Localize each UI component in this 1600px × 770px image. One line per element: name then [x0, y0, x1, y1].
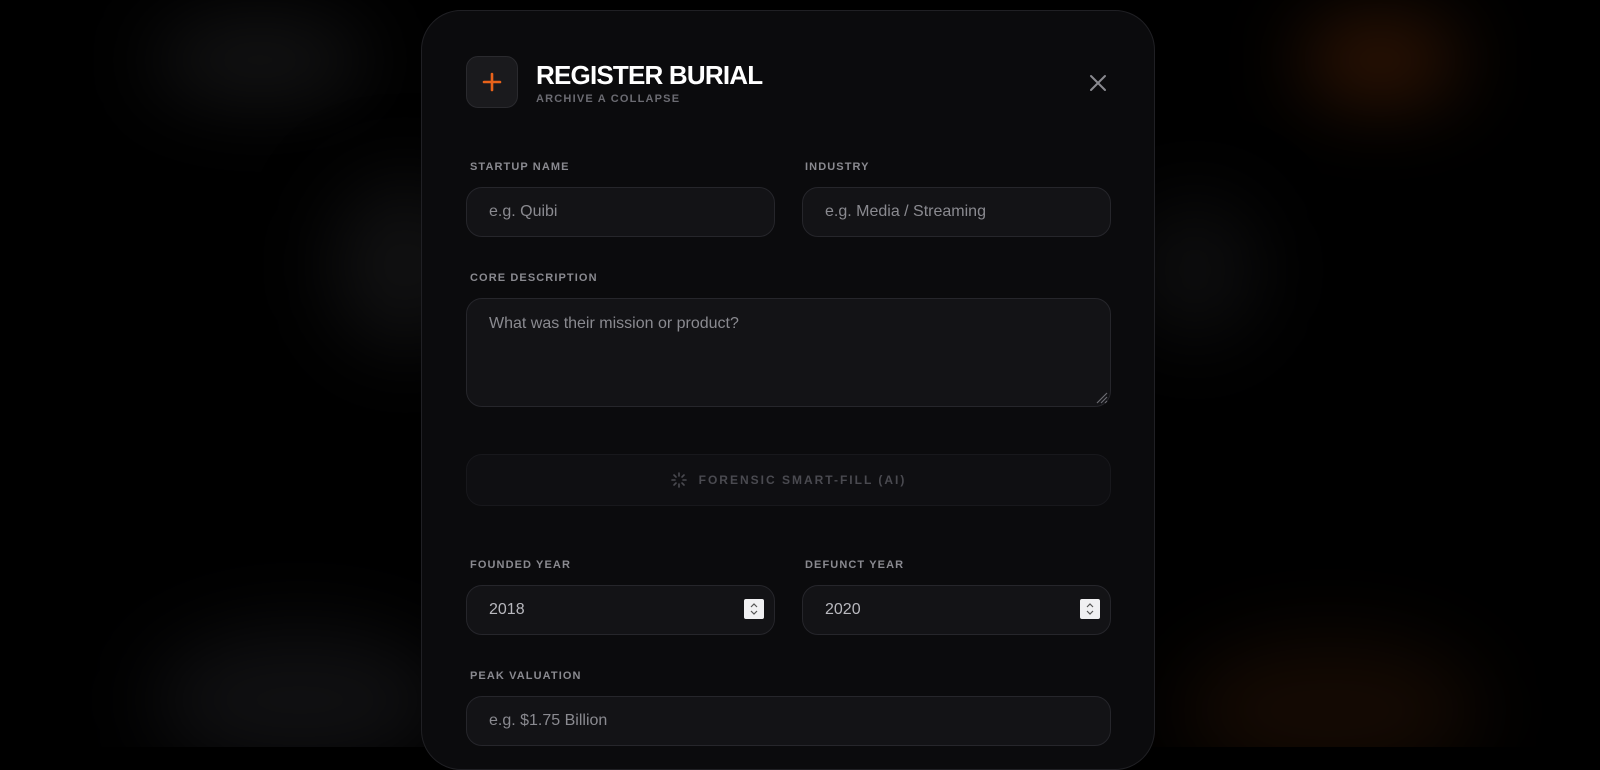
- resize-handle-icon[interactable]: [1094, 390, 1108, 404]
- modal-title: REGISTER BURIAL: [536, 60, 763, 90]
- peak-valuation-label: PEAK VALUATION: [470, 670, 582, 682]
- startup-name-label: STARTUP NAME: [470, 161, 570, 173]
- forensic-smart-fill-button[interactable]: FORENSIC SMART-FILL (AI): [466, 454, 1111, 506]
- founded-year-label: FOUNDED YEAR: [470, 559, 572, 571]
- register-burial-modal: REGISTER BURIAL ARCHIVE A COLLAPSE START…: [421, 10, 1155, 770]
- background-blur: [1180, 640, 1480, 747]
- defunct-year-stepper[interactable]: [1080, 599, 1100, 619]
- close-button[interactable]: [1086, 71, 1110, 95]
- background-blur: [1300, 20, 1460, 100]
- background-blur: [150, 630, 450, 747]
- stepper-arrows-icon: [750, 603, 758, 615]
- background-blur: [150, 20, 370, 100]
- core-description-label: CORE DESCRIPTION: [470, 272, 598, 284]
- industry-label: INDUSTRY: [805, 161, 870, 173]
- defunct-year-input[interactable]: 2020: [802, 585, 1111, 635]
- startup-name-input[interactable]: e.g. Quibi: [466, 187, 775, 237]
- close-icon: [1090, 75, 1106, 91]
- core-description-textarea[interactable]: What was their mission or product?: [466, 298, 1111, 407]
- defunct-year-label: DEFUNCT YEAR: [805, 559, 905, 571]
- spinner-icon: [670, 472, 687, 488]
- founded-year-value: 2018: [489, 601, 525, 618]
- peak-valuation-placeholder: e.g. $1.75 Billion: [489, 712, 608, 729]
- industry-placeholder: e.g. Media / Streaming: [825, 203, 986, 220]
- stepper-arrows-icon: [1086, 603, 1094, 615]
- core-description-placeholder: What was their mission or product?: [489, 315, 739, 332]
- founded-year-stepper[interactable]: [744, 599, 764, 619]
- peak-valuation-input[interactable]: e.g. $1.75 Billion: [466, 696, 1111, 746]
- modal-subtitle: ARCHIVE A COLLAPSE: [536, 93, 681, 105]
- plus-icon: [466, 56, 518, 108]
- industry-input[interactable]: e.g. Media / Streaming: [802, 187, 1111, 237]
- startup-name-placeholder: e.g. Quibi: [489, 203, 558, 220]
- defunct-year-value: 2020: [825, 601, 861, 618]
- founded-year-input[interactable]: 2018: [466, 585, 775, 635]
- smart-fill-label: FORENSIC SMART-FILL (AI): [698, 473, 907, 487]
